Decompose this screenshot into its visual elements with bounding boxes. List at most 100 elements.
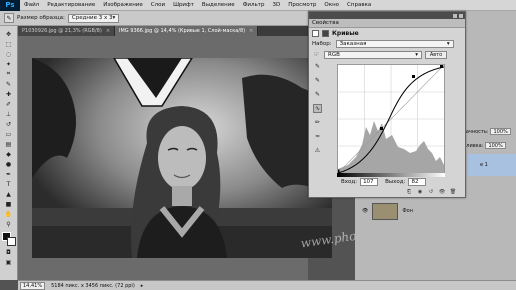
hand-tool-icon[interactable]: ✋ xyxy=(3,210,15,218)
fill-field[interactable]: 100% xyxy=(485,142,506,149)
black-point-eyedropper-icon[interactable]: ✎ xyxy=(313,62,322,71)
curve-point-white xyxy=(440,65,443,68)
eyedropper-icon[interactable]: ✎ xyxy=(4,13,14,23)
chevron-down-icon: ▾ xyxy=(112,15,116,21)
layer-curves[interactable]: е 1 xyxy=(468,154,516,176)
collapse-icon[interactable] xyxy=(453,13,457,18)
menu-file[interactable]: Файл xyxy=(20,2,43,8)
menu-view[interactable]: Просмотр xyxy=(284,2,320,8)
curve-tools: ✎ ✎ ✎ ∿ ✏ ≈ ⚠ xyxy=(313,62,323,155)
quick-select-tool-icon[interactable]: ✦ xyxy=(3,60,15,68)
curves-title: Кривые xyxy=(332,30,359,37)
clipping-warning-icon[interactable]: ⚠ xyxy=(313,146,322,155)
eyedropper-tool-icon[interactable]: ✎ xyxy=(3,80,15,88)
curve-points-icon[interactable]: ∿ xyxy=(313,104,322,113)
target-adjust-icon[interactable]: ☞ xyxy=(312,50,321,59)
input-output-row: Вход: 107 Выход: 82 xyxy=(329,178,427,186)
close-icon[interactable]: × xyxy=(249,28,253,34)
brush-tool-icon[interactable]: ✐ xyxy=(3,100,15,108)
preset-select[interactable]: Заказная ▾ xyxy=(335,40,454,48)
close-icon[interactable] xyxy=(459,13,463,18)
eraser-tool-icon[interactable]: ▭ xyxy=(3,130,15,138)
channel-select[interactable]: RGB ▾ xyxy=(324,50,422,59)
curves-header: Кривые xyxy=(309,28,465,39)
sample-size-select[interactable]: Средние 3 х 3 ▾ xyxy=(67,13,120,23)
pen-tool-icon[interactable]: ✒ xyxy=(3,170,15,178)
marquee-tool-icon[interactable]: ⬚ xyxy=(3,40,15,48)
reset-icon[interactable]: ↺ xyxy=(427,188,435,195)
preset-value: Заказная xyxy=(339,41,367,47)
blur-tool-icon[interactable]: ◆ xyxy=(3,150,15,158)
shape-tool-icon[interactable]: ■ xyxy=(3,200,15,208)
preset-row: Набор: Заказная ▾ xyxy=(309,39,465,49)
dodge-tool-icon[interactable]: ● xyxy=(3,160,15,168)
curves-graph[interactable] xyxy=(336,64,445,174)
input-field[interactable]: 107 xyxy=(360,178,379,186)
document-info[interactable]: 5184 пикс. x 3456 пикс. (72 ppi) xyxy=(51,283,135,289)
smooth-icon[interactable]: ≈ xyxy=(313,132,322,141)
visibility-icon[interactable]: 👁 xyxy=(438,188,446,195)
menu-image[interactable]: Изображение xyxy=(99,2,147,8)
lasso-tool-icon[interactable]: ◌ xyxy=(3,50,15,58)
path-select-tool-icon[interactable]: ▲ xyxy=(3,190,15,198)
properties-tab-label: Свойства xyxy=(312,20,339,26)
menu-3d[interactable]: 3D xyxy=(268,2,284,8)
menu-filter[interactable]: Фильтр xyxy=(239,2,269,8)
mask-icon[interactable] xyxy=(322,30,329,37)
menu-select[interactable]: Выделение xyxy=(198,2,239,8)
pencil-icon[interactable]: ✏ xyxy=(313,118,322,127)
gradient-tool-icon[interactable]: ▤ xyxy=(3,140,15,148)
menu-bar: Ps Файл Редактирование Изображение Слои … xyxy=(0,0,516,11)
preset-label: Набор: xyxy=(312,41,332,47)
screen-mode-icon[interactable]: ▣ xyxy=(3,258,15,266)
chevron-down-icon: ▾ xyxy=(446,41,450,47)
layer-background[interactable]: 👁 Фон xyxy=(356,200,516,222)
tab-properties[interactable]: Свойства xyxy=(309,19,465,28)
document-tabs: P1030926.jpg @ 21,3% (RGB/8) × IMG 9366.… xyxy=(18,26,308,36)
adjustment-icon xyxy=(312,30,319,37)
chevron-down-icon: ▾ xyxy=(415,51,418,58)
clone-stamp-tool-icon[interactable]: ⊥ xyxy=(3,110,15,118)
color-swatches[interactable] xyxy=(1,232,16,246)
healing-brush-tool-icon[interactable]: ✚ xyxy=(3,90,15,98)
sample-size-value: Средние 3 х 3 xyxy=(71,15,113,21)
tab-img9366[interactable]: IMG 9366.jpg @ 14,4% (Кривые 1, Слой-мас… xyxy=(115,26,259,36)
tab-p1030926[interactable]: P1030926.jpg @ 21,3% (RGB/8) × xyxy=(18,26,116,36)
type-tool-icon[interactable]: T xyxy=(3,180,15,188)
menu-edit[interactable]: Редактирование xyxy=(43,2,99,8)
menu-window[interactable]: Окно xyxy=(320,2,343,8)
panel-titlebar xyxy=(309,12,465,19)
zoom-level[interactable]: 14,41% xyxy=(20,281,46,290)
output-field[interactable]: 82 xyxy=(408,178,427,186)
gray-point-eyedropper-icon[interactable]: ✎ xyxy=(313,76,322,85)
properties-panel: Свойства Кривые Набор: Заказная ▾ ☞ RGB … xyxy=(308,11,466,198)
sample-size-label: Размер образца: xyxy=(17,15,65,21)
move-tool-icon[interactable]: ✥ xyxy=(3,30,15,38)
history-brush-tool-icon[interactable]: ↺ xyxy=(3,120,15,128)
fill-row: Заливка: 100% xyxy=(460,142,506,149)
zoom-tool-icon[interactable]: ⚲ xyxy=(3,220,15,228)
auto-button[interactable]: Авто xyxy=(425,50,447,59)
eye-icon[interactable]: 👁 xyxy=(362,208,368,214)
input-gradient-bar xyxy=(337,173,445,177)
tab-label: P1030926.jpg @ 21,3% (RGB/8) xyxy=(22,28,102,34)
curves-svg[interactable] xyxy=(336,64,445,174)
canvas-area[interactable] xyxy=(18,36,332,280)
trash-icon[interactable]: 🗑 xyxy=(449,188,457,195)
channel-value: RGB xyxy=(328,51,340,58)
menu-layers[interactable]: Слои xyxy=(147,2,169,8)
view-previous-icon[interactable]: ◉ xyxy=(416,188,424,195)
close-icon[interactable]: × xyxy=(106,28,110,34)
opacity-field[interactable]: 100% xyxy=(490,128,511,135)
menu-type[interactable]: Шрифт xyxy=(169,2,198,8)
background-color-swatch[interactable] xyxy=(6,237,16,246)
white-point-eyedropper-icon[interactable]: ✎ xyxy=(313,90,322,99)
crop-tool-icon[interactable]: ⌗ xyxy=(3,70,15,78)
output-label: Выход: xyxy=(385,179,406,185)
document-photo[interactable] xyxy=(32,58,332,258)
chevron-right-icon[interactable]: ▸ xyxy=(141,283,144,289)
clip-to-layer-icon[interactable]: ⎗ xyxy=(405,188,413,195)
photoshop-logo: Ps xyxy=(0,0,20,11)
menu-help[interactable]: Справка xyxy=(343,2,375,8)
quick-mask-icon[interactable]: ◘ xyxy=(3,248,15,256)
